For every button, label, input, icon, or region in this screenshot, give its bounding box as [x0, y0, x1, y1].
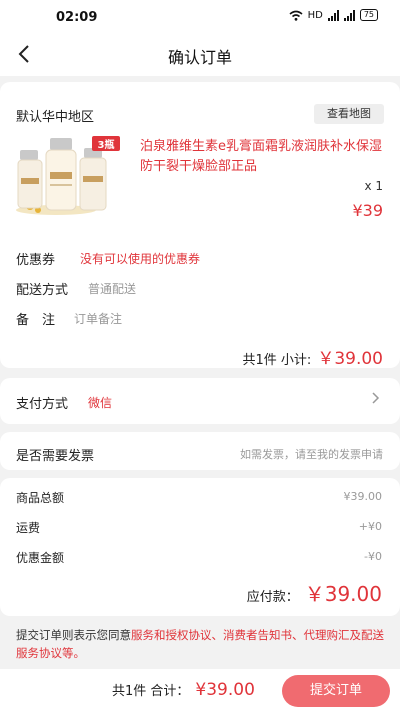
agreement-prefix: 提交订单则表示您同意 — [16, 628, 131, 642]
page-title: 确认订单 — [167, 48, 232, 67]
signal-icon — [327, 9, 339, 21]
chevron-right-icon — [372, 392, 380, 408]
shipping-label: 运费 — [16, 521, 41, 535]
status-icons: HD 75 — [289, 9, 378, 21]
discount-label: 优惠金额 — [16, 551, 65, 565]
status-bar: 02:09 HD 75 — [0, 0, 400, 34]
invoice-hint: 如需发票，请至我的发票申请 — [240, 448, 383, 461]
address-region: 默认华中地区 — [16, 110, 95, 125]
price-summary-card: 商品总额 ¥39.00 运费 +¥0 优惠金额 -¥0 应付款： ￥39.00 — [0, 478, 400, 616]
submit-order-button[interactable]: 提交订单 — [282, 675, 390, 707]
battery-icon: 75 — [359, 9, 378, 21]
network-type-label: HD — [307, 9, 323, 21]
invoice-row[interactable]: 是否需要发票 如需发票，请至我的发票申请 — [0, 432, 400, 470]
bottom-total-label: 共1件 合计： — [112, 684, 190, 699]
order-card: 默认华中地区 查看地图 3瓶 泊泉雅维生素e乳膏面霜乳液润肤补水保湿防干裂干燥脸… — [0, 82, 400, 369]
amount-due-value: ￥39.00 — [304, 582, 382, 606]
subtotal-amount: ￥39.00 — [317, 349, 383, 369]
delivery-value[interactable]: 普通配送 — [88, 280, 136, 297]
invoice-label: 是否需要发票 — [16, 449, 95, 464]
subtotal-label: 共1件 小计: — [242, 353, 312, 368]
product-price: ¥39 — [352, 201, 383, 220]
view-map-button[interactable]: 查看地图 — [314, 104, 384, 124]
product-quantity: x 1 — [364, 179, 383, 193]
bottom-bar: 共1件 合计： ¥39.00 提交订单 — [0, 669, 400, 711]
nav-bar: 确认订单 — [0, 34, 400, 76]
product-badge: 3瓶 — [97, 140, 115, 151]
coupon-value[interactable]: 没有可以使用的优惠券 — [80, 250, 200, 267]
product-title[interactable]: 泊泉雅维生素e乳膏面霜乳液润肤补水保湿防干裂干燥脸部正品 — [140, 137, 385, 177]
remark-input[interactable]: 订单备注 — [74, 310, 122, 327]
shipping-value: +¥0 — [358, 520, 382, 533]
delivery-label: 配送方式 — [16, 283, 69, 298]
amount-due: 应付款： ￥39.00 — [247, 578, 382, 607]
status-time: 02:09 — [56, 10, 98, 25]
goods-total-label: 商品总额 — [16, 491, 65, 505]
signal-icon — [343, 9, 355, 21]
order-subtotal: 共1件 小计: ￥39.00 — [243, 344, 383, 369]
coupon-label: 优惠券 — [16, 253, 56, 268]
goods-total-value: ¥39.00 — [343, 490, 383, 503]
bottom-total: 共1件 合计： ¥39.00 — [112, 680, 255, 700]
payment-method-row[interactable]: 支付方式 微信 — [0, 378, 400, 424]
payment-value: 微信 — [88, 396, 113, 410]
discount-value: -¥0 — [364, 550, 382, 563]
bottom-total-amount: ¥39.00 — [195, 680, 255, 700]
payment-label: 支付方式 — [16, 397, 69, 412]
remark-label: 备 注 — [16, 313, 56, 328]
amount-due-label: 应付款： — [246, 590, 299, 605]
agreement-text: 提交订单则表示您同意服务和授权协议、消费者告知书、代理购汇及配送服务协议等。 — [16, 626, 386, 662]
wifi-icon — [289, 10, 303, 21]
